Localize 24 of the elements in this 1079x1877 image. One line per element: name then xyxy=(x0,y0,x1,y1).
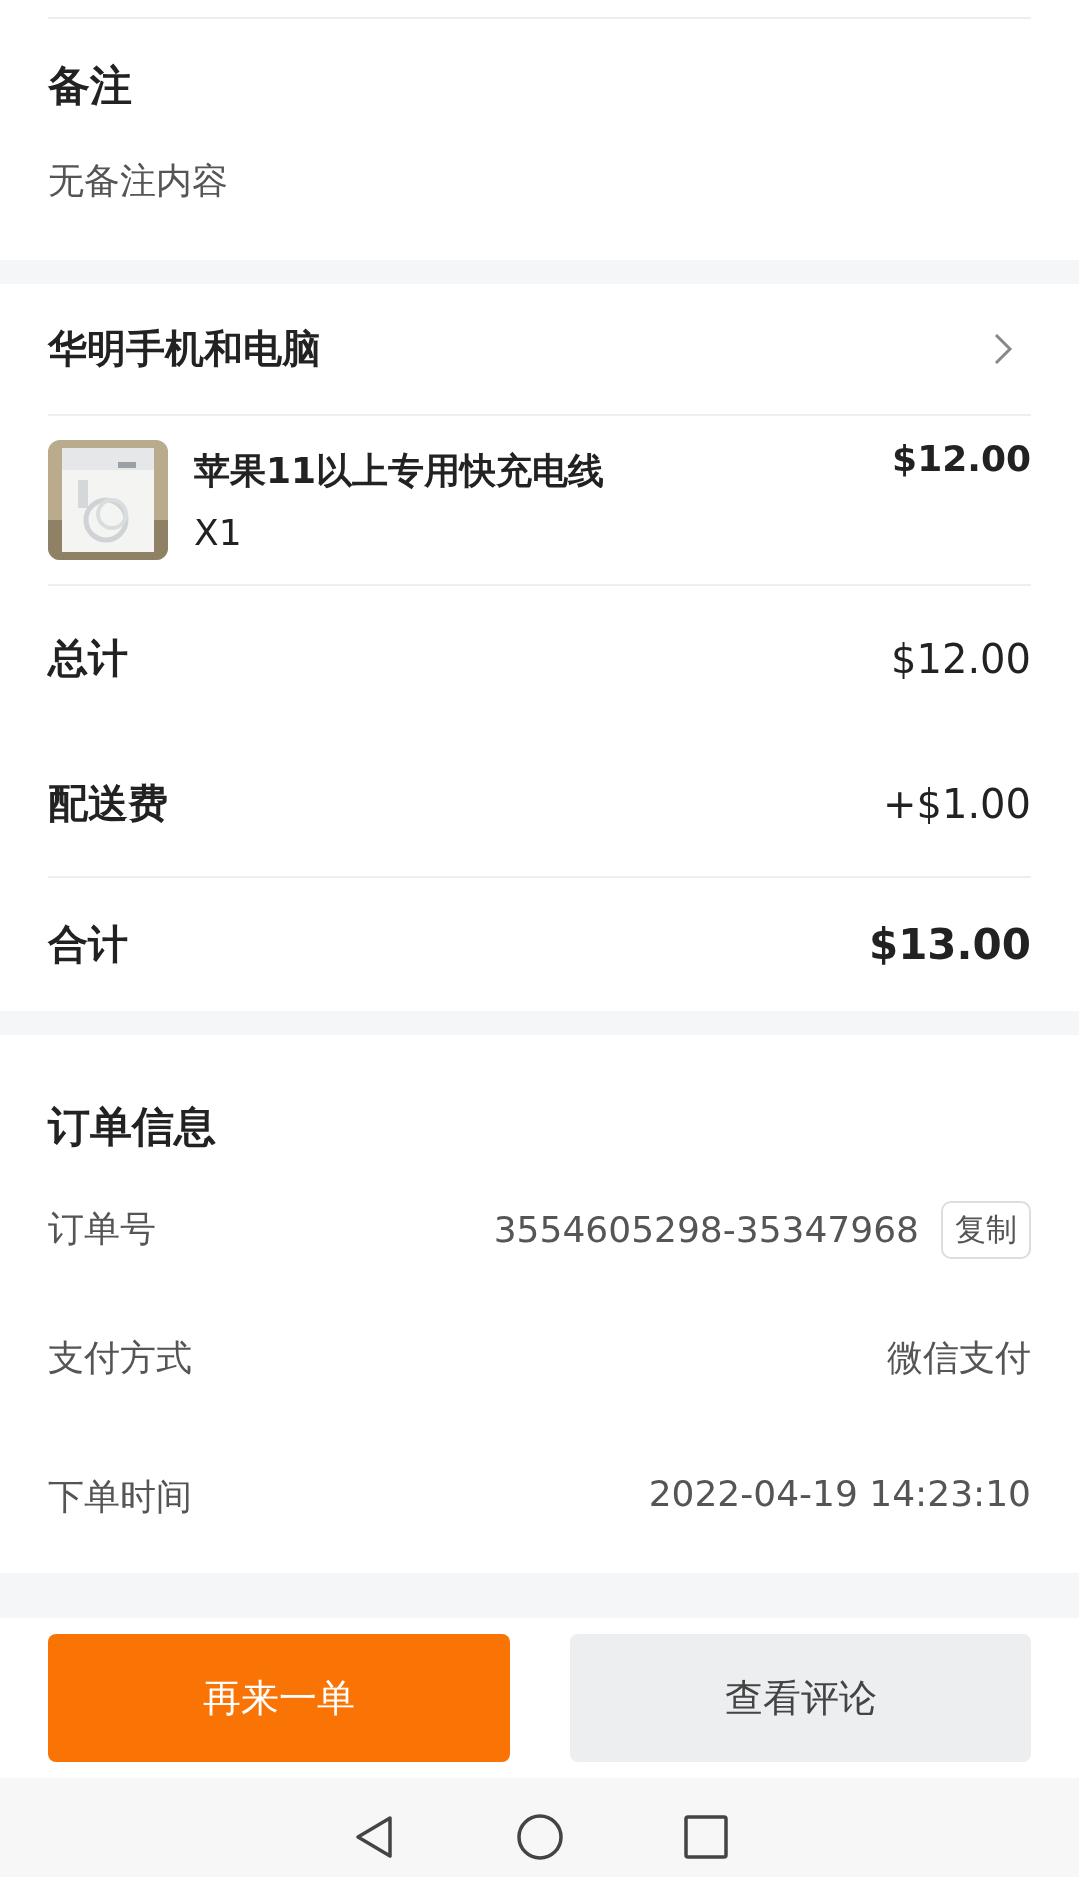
info-label: 订单号 xyxy=(48,1207,156,1251)
home-icon[interactable] xyxy=(515,1812,564,1861)
summary-value: $13.00 xyxy=(868,920,1031,969)
info-value: 3554605298-35347968 xyxy=(493,1209,919,1250)
shop-name[interactable]: 华明手机和电脑 xyxy=(48,322,321,376)
info-label: 下单时间 xyxy=(48,1475,192,1519)
section-title: 订单信息 xyxy=(48,1101,216,1153)
summary-value: $12.00 xyxy=(891,635,1031,682)
product-price: $12.00 xyxy=(892,438,1031,479)
recents-icon[interactable] xyxy=(681,1812,730,1861)
product-name: 苹果11以上专用快充电线 xyxy=(194,449,606,493)
remark-text: 无备注内容 xyxy=(48,159,228,203)
summary-value: +$1.00 xyxy=(882,780,1031,827)
product-quantity: X1 xyxy=(194,512,243,553)
copy-button[interactable]: 复制 xyxy=(941,1200,1031,1259)
info-value: 2022-04-19 14:23:10 xyxy=(648,1473,1031,1514)
summary-label: 配送费 xyxy=(48,779,168,828)
section-title: 备注 xyxy=(48,60,132,112)
summary-label: 总计 xyxy=(48,634,128,683)
summary-label: 合计 xyxy=(48,920,128,969)
info-value: 微信支付 xyxy=(887,1336,1031,1380)
chevron-right-icon[interactable] xyxy=(993,332,1013,366)
view-reviews-button[interactable]: 查看评论 xyxy=(570,1634,1031,1762)
info-label: 支付方式 xyxy=(48,1336,192,1380)
